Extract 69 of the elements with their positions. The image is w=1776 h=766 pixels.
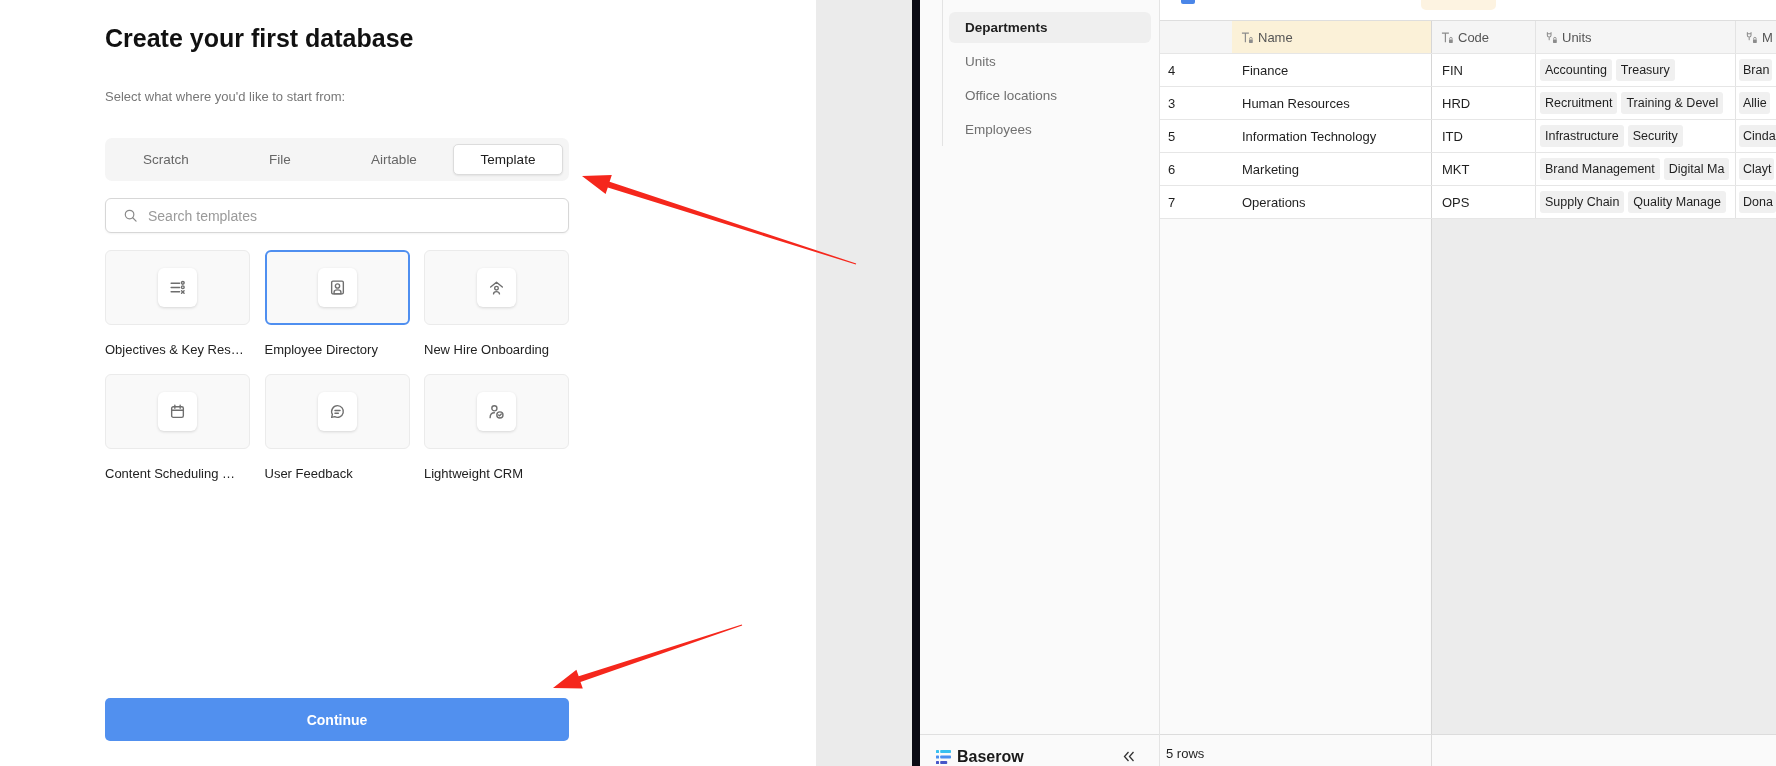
- row-number: 6: [1167, 160, 1177, 179]
- template-name: User Feedback: [264, 465, 353, 483]
- template-name: Employee Directory: [264, 341, 378, 359]
- linked-record-chip[interactable]: Supply Chain: [1540, 191, 1625, 213]
- linked-record-chip[interactable]: Digital Ma: [1663, 158, 1730, 180]
- linked-record-chip[interactable]: Training & Devel: [1621, 92, 1724, 114]
- table-cell: Operations: [1232, 186, 1432, 218]
- contact-card-icon: [317, 268, 357, 307]
- table-cell: FIN: [1432, 54, 1536, 86]
- source-tab[interactable]: Template: [453, 144, 563, 175]
- column-header[interactable]: Name: [1232, 21, 1432, 53]
- chat-bubble-icon: [317, 392, 357, 431]
- sidebar-item[interactable]: Departments: [949, 12, 1151, 43]
- search-icon: [124, 209, 137, 222]
- table-cell: Human Resources: [1232, 87, 1432, 119]
- table-cell: Finance: [1232, 54, 1432, 86]
- plug-lock-icon: [1745, 30, 1758, 44]
- text-lock-icon: [1241, 30, 1254, 44]
- table-cell: ITD: [1432, 120, 1536, 152]
- linked-record-chip[interactable]: Allie: [1739, 92, 1770, 114]
- checklist-icon: [158, 268, 197, 307]
- table-cell: HRD: [1432, 87, 1536, 119]
- linked-record-chip[interactable]: Infrastructure: [1540, 125, 1624, 147]
- sidebar-item[interactable]: Office locations: [949, 80, 1151, 111]
- linked-record-chip[interactable]: Security: [1627, 125, 1683, 147]
- template-name: New Hire Onboarding: [424, 341, 549, 359]
- row-number: 3: [1167, 94, 1177, 113]
- column-header[interactable]: Code: [1432, 21, 1536, 53]
- search-field[interactable]: Search templates: [105, 198, 569, 233]
- linked-record-chip[interactable]: Bran: [1739, 59, 1773, 81]
- linked-record-chip[interactable]: Quality Manage: [1628, 191, 1726, 213]
- row-count: 5 rows: [1166, 746, 1205, 761]
- house-person-icon: [477, 268, 516, 307]
- source-tab[interactable]: Airtable: [339, 144, 449, 175]
- text-lock-icon: [1441, 30, 1454, 44]
- logo-icon: [936, 749, 951, 764]
- linked-record-chip[interactable]: Accounting: [1540, 59, 1612, 81]
- table-cell: MKT: [1432, 153, 1536, 185]
- template-name: Content Scheduling …: [105, 465, 236, 483]
- instruction-text: Select what where you'd like to start from:: [105, 88, 347, 106]
- sidebar-item[interactable]: Employees: [949, 114, 1151, 145]
- table-cell: OPS: [1432, 186, 1536, 218]
- toolbar-button[interactable]: [1421, 0, 1496, 10]
- source-tab[interactable]: File: [225, 144, 335, 175]
- linked-record-chip[interactable]: Brand Management: [1540, 158, 1660, 180]
- column-header[interactable]: M: [1736, 21, 1776, 53]
- linked-record-chip[interactable]: Treasury: [1615, 59, 1675, 81]
- source-tab[interactable]: Scratch: [111, 144, 221, 175]
- user-check-icon: [477, 392, 516, 431]
- table-cell: Marketing: [1232, 153, 1432, 185]
- linked-record-chip[interactable]: Cinda: [1739, 125, 1776, 147]
- sidebar-item[interactable]: Units: [949, 46, 1151, 77]
- row-number: 5: [1167, 127, 1177, 146]
- template-name: Objectives & Key Res…: [105, 341, 244, 359]
- linked-record-chip[interactable]: Dona: [1739, 191, 1776, 213]
- template-name: Lightweight CRM: [424, 465, 523, 483]
- collapse-sidebar-icon[interactable]: [1123, 751, 1135, 762]
- toolbar-icon[interactable]: [1181, 0, 1195, 4]
- calendar-icon: [158, 392, 197, 431]
- row-number: 4: [1167, 61, 1177, 80]
- template-card[interactable]: [264, 250, 410, 325]
- brand-name: Baserow: [957, 746, 1024, 766]
- column-header[interactable]: Units: [1536, 21, 1736, 53]
- table-cell: Information Technology: [1232, 120, 1432, 152]
- plug-lock-icon: [1545, 30, 1558, 44]
- row-number: 7: [1167, 193, 1177, 212]
- page-title: Create your first database: [105, 23, 415, 54]
- linked-record-chip[interactable]: Clayt: [1739, 158, 1775, 180]
- linked-record-chip[interactable]: Recruitment: [1540, 92, 1618, 114]
